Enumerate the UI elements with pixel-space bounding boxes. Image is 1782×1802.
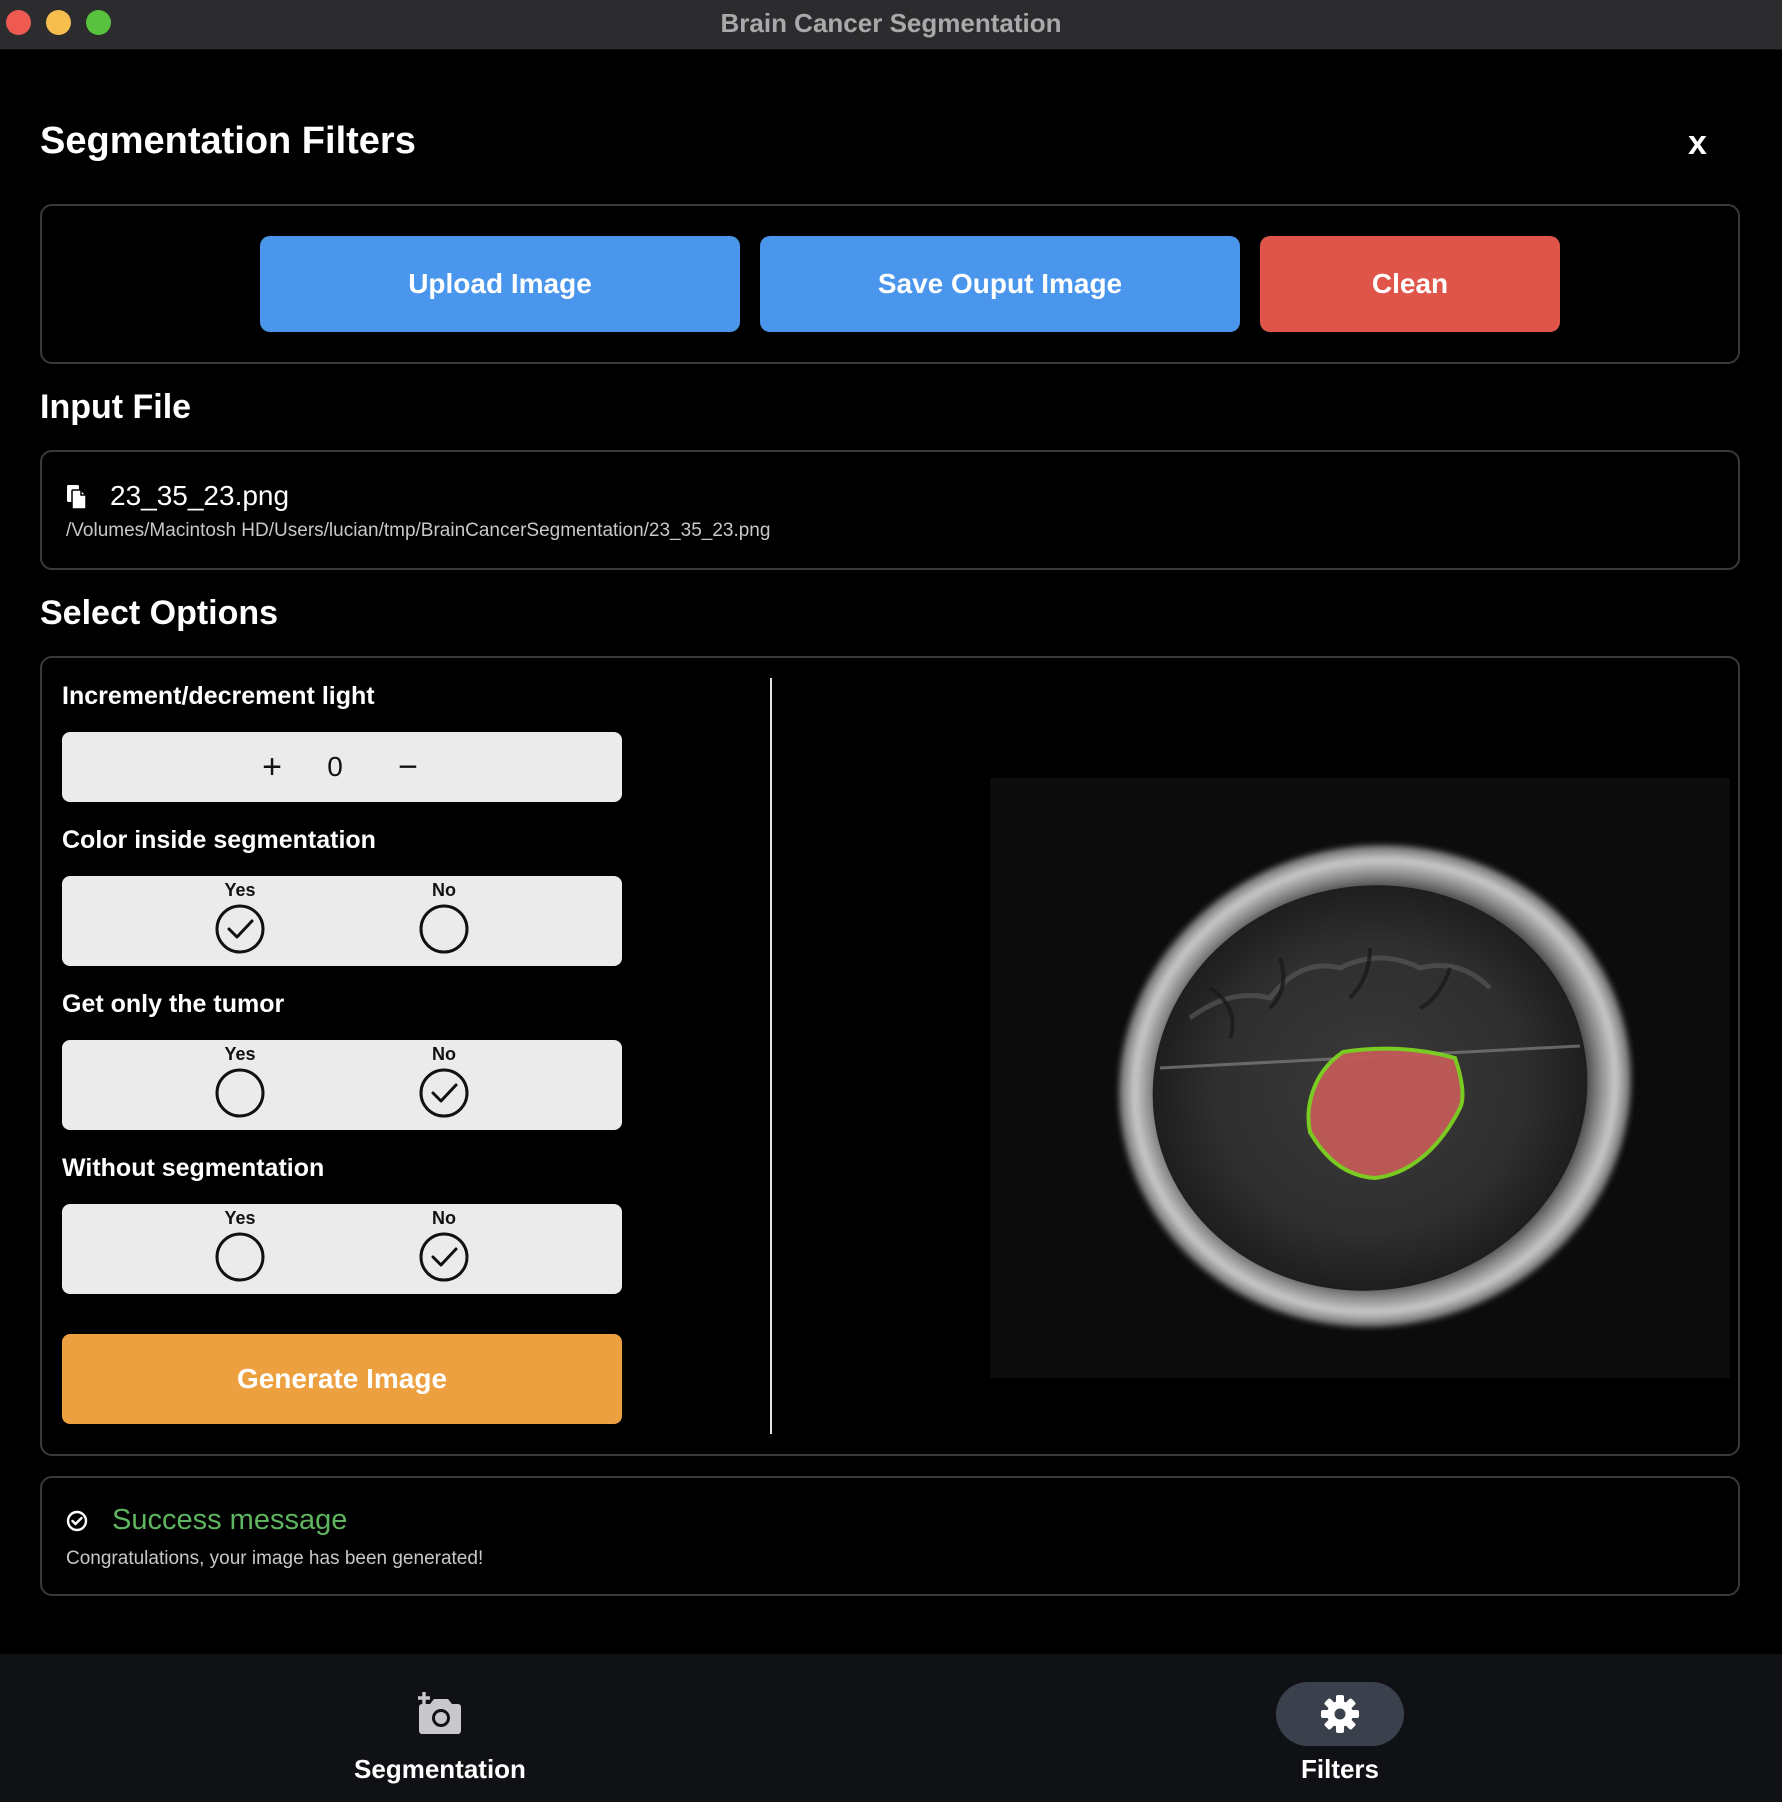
file-icon — [67, 485, 87, 510]
without-segmentation-label: Without segmentation — [62, 1154, 325, 1182]
status-panel: Success message Congratulations, your im… — [40, 1476, 1740, 1596]
color-inside-radio-group: Yes No — [62, 876, 622, 966]
select-options-heading: Select Options — [40, 594, 279, 632]
only-tumor-label: Get only the tumor — [62, 990, 285, 1018]
only-tumor-radio-group: Yes No — [62, 1040, 622, 1130]
light-increment-button[interactable]: + — [252, 732, 292, 802]
upload-image-button[interactable]: Upload Image — [260, 236, 740, 332]
only-tumor-no-label: No — [432, 1044, 456, 1064]
only-tumor-no-radio[interactable] — [419, 1068, 469, 1118]
light-stepper: + 0 − — [62, 732, 622, 802]
only-tumor-yes-label: Yes — [224, 1044, 256, 1064]
tab-segmentation[interactable]: Segmentation — [290, 1654, 590, 1802]
color-inside-label: Color inside segmentation — [62, 826, 376, 854]
file-name: 23_35_23.png — [110, 480, 290, 511]
check-circle-icon — [66, 1510, 88, 1532]
generate-image-button[interactable]: Generate Image — [62, 1334, 622, 1424]
light-decrement-button[interactable]: − — [388, 732, 428, 802]
input-file-panel: 23_35_23.png /Volumes/Macintosh HD/Users… — [40, 450, 1740, 570]
status-title: Success message — [112, 1504, 348, 1536]
color-inside-yes-radio[interactable] — [215, 904, 265, 954]
clean-button[interactable]: Clean — [1260, 236, 1560, 332]
color-inside-no-label: No — [432, 880, 456, 900]
light-label: Increment/decrement light — [62, 682, 375, 710]
options-divider — [770, 678, 772, 1434]
color-inside-no-radio[interactable] — [419, 904, 469, 954]
gear-icon — [1276, 1682, 1404, 1746]
status-message: Congratulations, your image has been gen… — [66, 1548, 484, 1569]
file-path: /Volumes/Macintosh HD/Users/lucian/tmp/B… — [66, 520, 771, 541]
without-segmentation-yes-radio[interactable] — [215, 1232, 265, 1282]
window-title: Brain Cancer Segmentation — [720, 8, 1062, 38]
without-segmentation-radio-group: Yes No — [62, 1204, 622, 1294]
close-button[interactable]: x — [1688, 124, 1707, 163]
tab-filters[interactable]: Filters — [1190, 1654, 1490, 1802]
options-panel: Increment/decrement light + 0 − Color in… — [40, 656, 1740, 1456]
light-value: 0 — [327, 751, 343, 782]
page-title: Segmentation Filters — [40, 120, 416, 162]
save-output-image-button[interactable]: Save Ouput Image — [760, 236, 1240, 332]
input-file-heading: Input File — [40, 388, 192, 426]
actions-panel: Upload Image Save Ouput Image Clean — [40, 204, 1740, 364]
window-titlebar: Brain Cancer Segmentation — [0, 0, 1782, 50]
color-inside-yes-label: Yes — [224, 880, 256, 900]
bottom-tab-bar: Segmentation Filters — [0, 1654, 1782, 1802]
without-segmentation-no-radio[interactable] — [419, 1232, 469, 1282]
tab-filters-label: Filters — [1300, 1754, 1380, 1784]
only-tumor-yes-radio[interactable] — [215, 1068, 265, 1118]
tab-segmentation-label: Segmentation — [354, 1754, 526, 1784]
without-segmentation-no-label: No — [432, 1208, 456, 1228]
mri-output-image — [990, 778, 1730, 1378]
camera-add-icon — [376, 1682, 504, 1746]
without-segmentation-yes-label: Yes — [224, 1208, 256, 1228]
